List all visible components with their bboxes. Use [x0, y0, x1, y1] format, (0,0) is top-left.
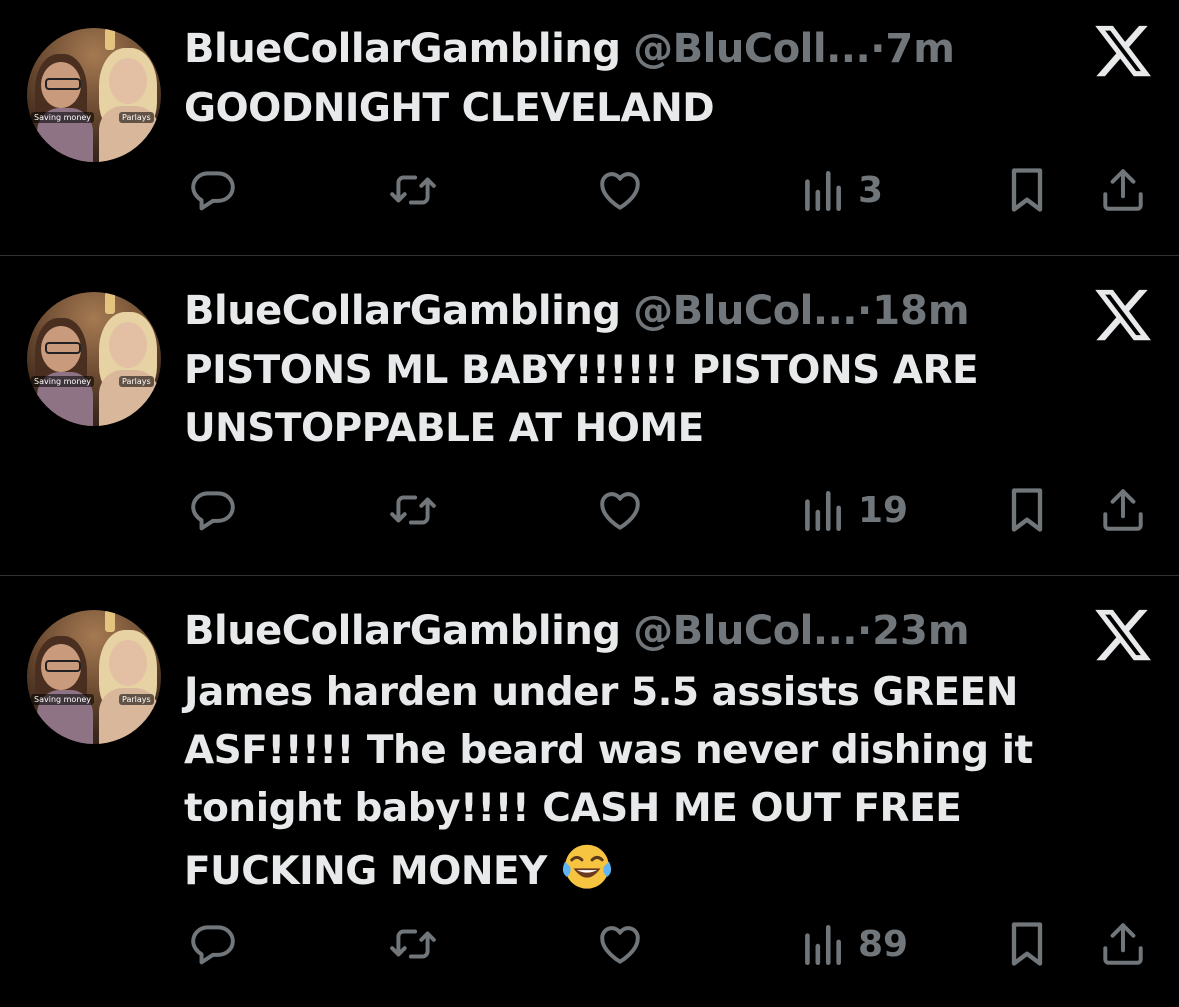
- tweet-text: PISTONS ML BABY!!!!!! PISTONS ARE UNSTOP…: [184, 348, 979, 451]
- avatar-caption: Parlays: [119, 112, 154, 123]
- tweet-feed: Saving money Parlays BlueCollarGambling …: [0, 0, 1179, 1007]
- views-button[interactable]: 3: [800, 162, 883, 218]
- bookmark-icon: [1011, 168, 1043, 212]
- reply-button[interactable]: [188, 482, 238, 538]
- bookmark-icon: [1011, 488, 1043, 532]
- x-logo-icon[interactable]: [1092, 604, 1154, 666]
- avatar[interactable]: Saving money Parlays: [27, 292, 161, 426]
- views-count: 19: [858, 489, 909, 531]
- repost-icon: [390, 929, 436, 959]
- repost-button[interactable]: [386, 162, 440, 218]
- user-handle[interactable]: @BluColl...: [633, 26, 871, 72]
- tweet[interactable]: Saving money Parlays BlueCollarGambling …: [0, 576, 1179, 1007]
- tweet-header: BlueCollarGambling @BluCol...·23m: [184, 606, 970, 656]
- separator-dot: ·: [856, 288, 873, 334]
- like-icon: [600, 492, 640, 530]
- bookmark-button[interactable]: [1004, 482, 1050, 538]
- tweet[interactable]: Saving money Parlays BlueCollarGambling …: [0, 0, 1179, 256]
- avatar[interactable]: Saving money Parlays: [27, 28, 161, 162]
- avatar[interactable]: Saving money Parlays: [27, 610, 161, 744]
- tweet-header: BlueCollarGambling @BluColl...·7m: [184, 24, 955, 74]
- views-button[interactable]: 19: [800, 482, 908, 538]
- avatar-caption: Saving money: [31, 112, 95, 123]
- tweet-text: GOODNIGHT CLEVELAND: [184, 86, 715, 131]
- timestamp[interactable]: 23m: [872, 608, 969, 654]
- bookmark-icon: [1011, 922, 1043, 966]
- views-icon: [805, 491, 841, 532]
- views-icon: [805, 171, 841, 212]
- views-count: 3: [858, 169, 884, 211]
- like-icon: [600, 172, 640, 210]
- like-button[interactable]: [594, 482, 646, 538]
- share-icon: [1103, 923, 1143, 965]
- user-handle[interactable]: @BluCol...: [633, 608, 857, 654]
- reply-icon: [191, 491, 235, 531]
- avatar-caption: Saving money: [31, 376, 95, 387]
- share-icon: [1103, 489, 1143, 531]
- timestamp[interactable]: 7m: [885, 26, 955, 72]
- repost-icon: [390, 175, 436, 205]
- like-button[interactable]: [594, 162, 646, 218]
- user-handle[interactable]: @BluCol...: [633, 288, 857, 334]
- repost-icon: [390, 495, 436, 525]
- face-with-tears-of-joy-icon: [562, 844, 612, 889]
- reply-button[interactable]: [188, 162, 238, 218]
- views-count: 89: [858, 923, 909, 965]
- tweet-text-container: James harden under 5.5 assists GREEN ASF…: [184, 664, 1044, 901]
- bookmark-button[interactable]: [1004, 916, 1050, 972]
- timestamp[interactable]: 18m: [872, 288, 969, 334]
- x-logo-icon[interactable]: [1092, 20, 1154, 82]
- share-button[interactable]: [1098, 162, 1148, 218]
- share-button[interactable]: [1098, 916, 1148, 972]
- separator-dot: ·: [856, 608, 873, 654]
- display-name[interactable]: BlueCollarGambling: [184, 288, 621, 334]
- share-icon: [1103, 169, 1143, 211]
- avatar-caption: Parlays: [119, 694, 154, 705]
- share-button[interactable]: [1098, 482, 1148, 538]
- views-icon: [805, 925, 841, 966]
- like-icon: [600, 926, 640, 964]
- avatar-caption: Saving money: [31, 694, 95, 705]
- reply-icon: [191, 925, 235, 965]
- bookmark-button[interactable]: [1004, 162, 1050, 218]
- like-button[interactable]: [594, 916, 646, 972]
- tweet[interactable]: Saving money Parlays BlueCollarGambling …: [0, 256, 1179, 576]
- reply-button[interactable]: [188, 916, 238, 972]
- display-name[interactable]: BlueCollarGambling: [184, 608, 621, 654]
- display-name[interactable]: BlueCollarGambling: [184, 26, 621, 72]
- views-button[interactable]: 89: [800, 916, 908, 972]
- repost-button[interactable]: [386, 482, 440, 538]
- tweet-header: BlueCollarGambling @BluCol...·18m: [184, 286, 970, 336]
- separator-dot: ·: [870, 26, 886, 72]
- x-logo-icon[interactable]: [1092, 284, 1154, 346]
- repost-button[interactable]: [386, 916, 440, 972]
- reply-icon: [191, 171, 235, 211]
- avatar-caption: Parlays: [119, 376, 154, 387]
